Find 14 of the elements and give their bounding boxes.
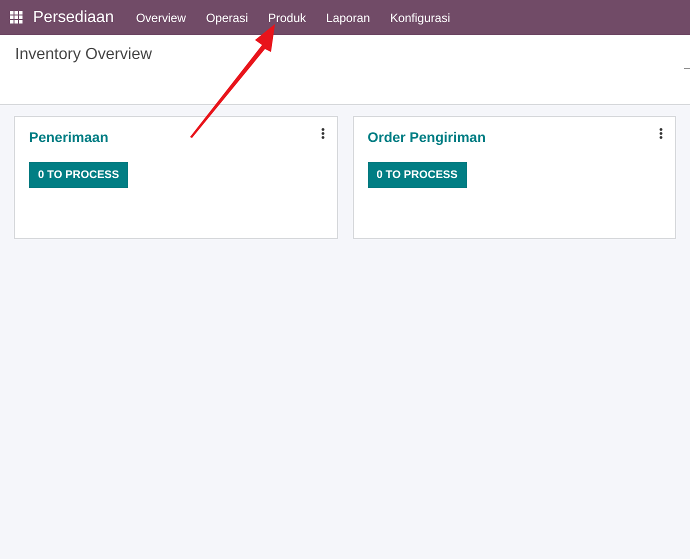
menu-item[interactable]: Operasi: [196, 0, 258, 35]
card-title[interactable]: Penerimaan: [29, 127, 108, 148]
process-button[interactable]: 0 TO PROCESS: [368, 162, 467, 188]
kebab-menu-icon[interactable]: [659, 128, 663, 139]
apps-grid-icon[interactable]: [10, 11, 23, 24]
menu-item[interactable]: Produk: [258, 0, 316, 35]
menu-item[interactable]: Overview: [126, 0, 196, 35]
menu-item[interactable]: Laporan: [316, 0, 380, 35]
menu-item[interactable]: Konfigurasi: [380, 0, 460, 35]
process-button[interactable]: 0 TO PROCESS: [29, 162, 128, 188]
kebab-menu-icon[interactable]: [320, 128, 324, 139]
app-name[interactable]: Persediaan: [33, 6, 114, 30]
page-title: Inventory Overview: [15, 45, 152, 65]
card-title[interactable]: Order Pengiriman: [368, 127, 486, 148]
